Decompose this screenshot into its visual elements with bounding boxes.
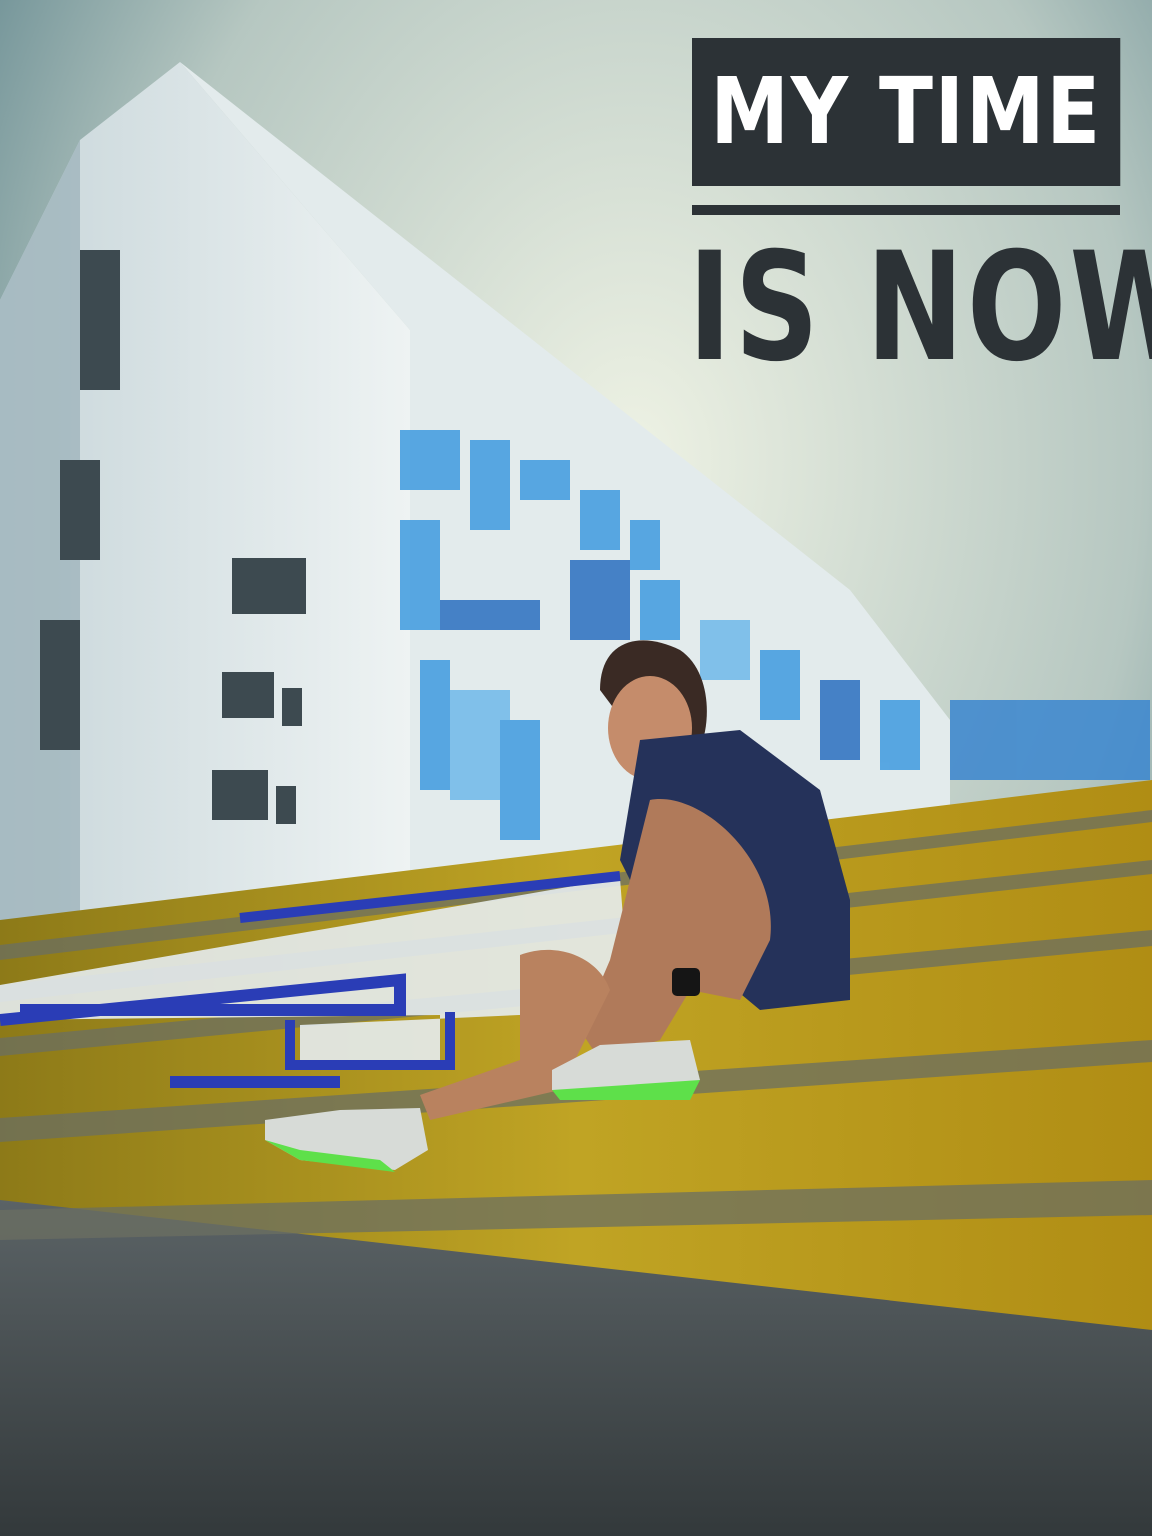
- poster-photo: MY TIME IS NOW.: [0, 0, 1152, 1536]
- headline-line-1: MY TIME: [692, 38, 1121, 186]
- headline-divider: [692, 205, 1120, 215]
- headline-line-2: IS NOW.: [688, 221, 1152, 395]
